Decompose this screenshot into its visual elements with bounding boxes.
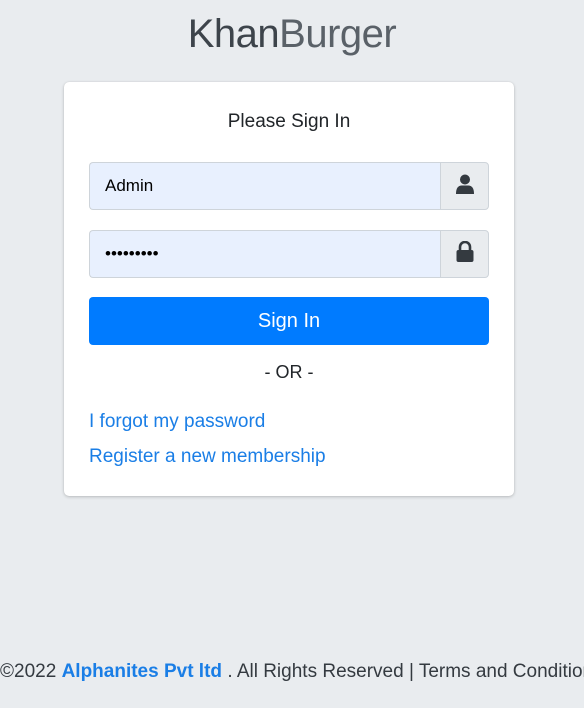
username-addon xyxy=(440,162,489,210)
login-title: Please Sign In xyxy=(227,111,351,132)
lock-icon xyxy=(456,240,474,267)
sign-in-button[interactable]: Sign In xyxy=(89,297,489,345)
username-input[interactable] xyxy=(89,162,440,210)
footer-rights: . All Rights Reserved | xyxy=(227,661,414,682)
forgot-password-link[interactable]: I forgot my password xyxy=(89,411,265,433)
user-icon xyxy=(455,174,474,199)
footer: ©2022 Alphanites Pvt ltd . All Rights Re… xyxy=(0,661,584,683)
brand-logo-light: Burger xyxy=(279,12,397,56)
login-card: Please Sign In Sign In - OR - I forgot xyxy=(64,82,514,496)
brand-logo: KhanBurger xyxy=(0,10,584,58)
footer-terms[interactable]: Terms and Condition xyxy=(419,661,584,682)
password-input[interactable] xyxy=(89,230,440,278)
username-group xyxy=(89,162,489,210)
brand-logo-bold: Khan xyxy=(187,12,280,56)
register-link[interactable]: Register a new membership xyxy=(89,446,326,468)
password-group xyxy=(89,230,489,278)
footer-company-link[interactable]: Alphanites Pvt ltd xyxy=(62,661,222,682)
or-divider: - OR - xyxy=(264,362,314,382)
password-addon xyxy=(440,230,489,278)
footer-copyright: ©2022 xyxy=(0,661,57,682)
